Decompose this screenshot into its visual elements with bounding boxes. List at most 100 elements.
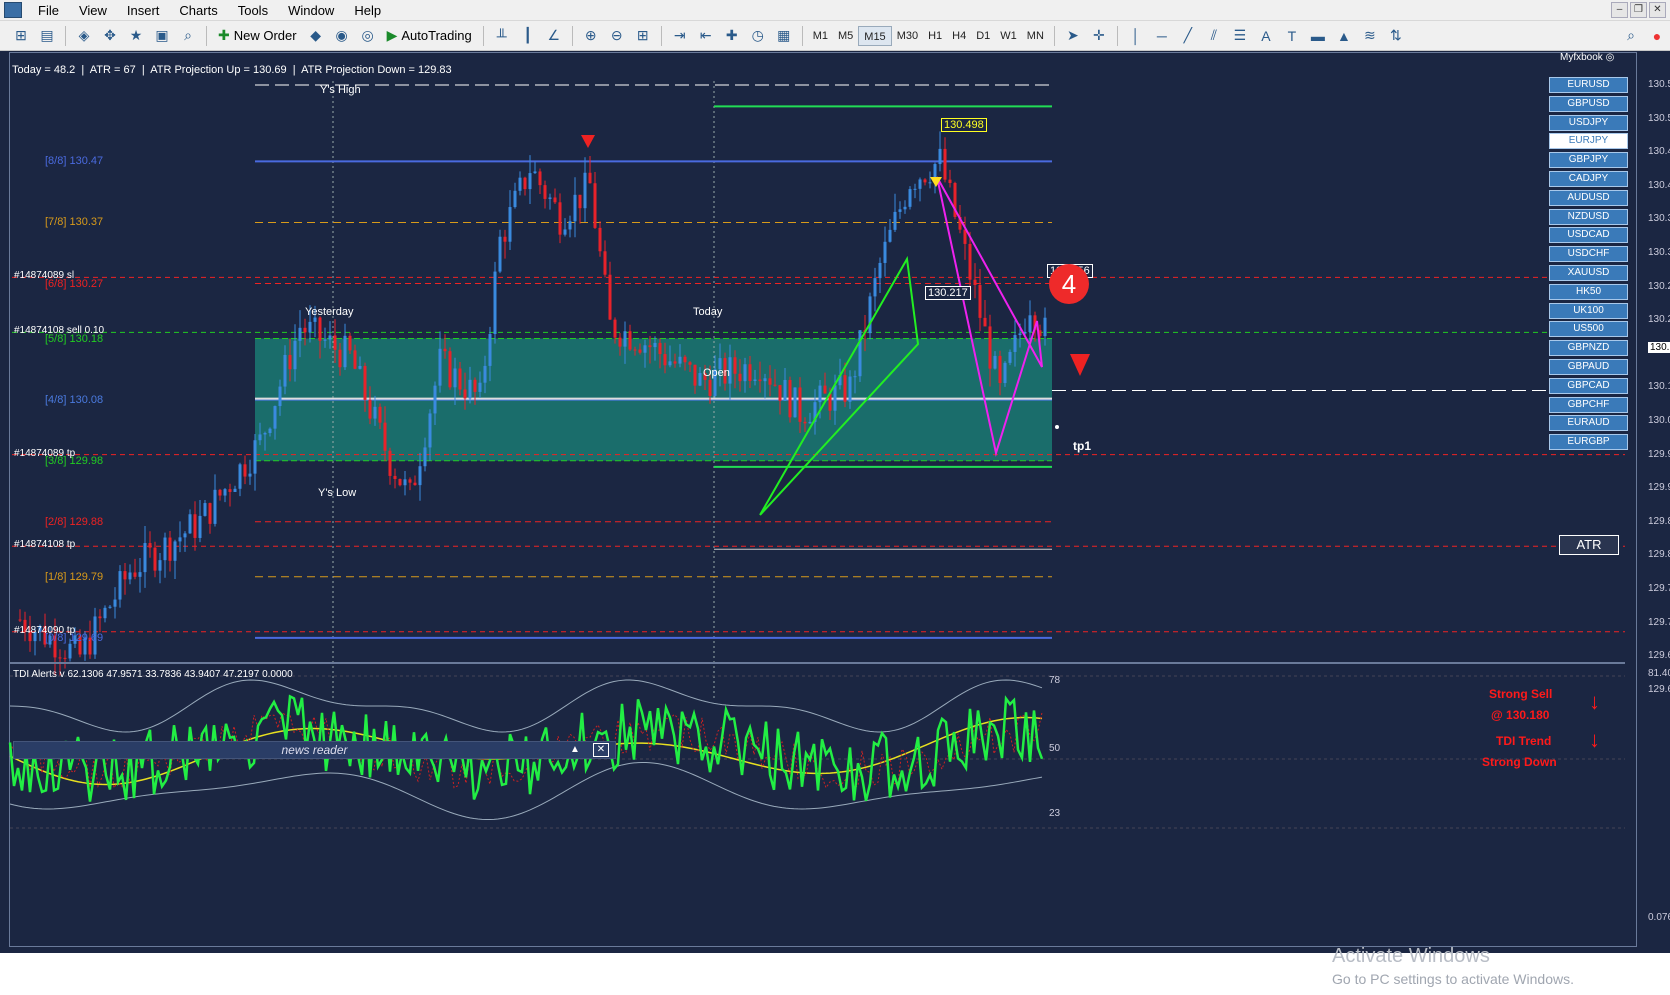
candle-body-100: [518, 177, 522, 191]
symbol-button-eurjpy[interactable]: EURJPY: [1549, 133, 1628, 150]
candle-chart-icon[interactable]: ┃: [516, 25, 540, 47]
templates-icon[interactable]: ▦: [772, 25, 796, 47]
symbol-button-us500[interactable]: US500: [1549, 321, 1628, 338]
new-chart-icon[interactable]: ⊞: [9, 25, 33, 47]
menu-insert[interactable]: Insert: [117, 3, 170, 18]
tdi-level-23: 23: [1049, 808, 1061, 819]
tf-m1[interactable]: M1: [808, 26, 833, 46]
tf-m15[interactable]: M15: [858, 25, 892, 46]
autotrading-button[interactable]: ▶ AutoTrading: [382, 25, 477, 47]
tf-d1[interactable]: D1: [971, 26, 995, 46]
terminal-icon[interactable]: ▣: [150, 25, 174, 47]
close-button[interactable]: ✕: [1649, 2, 1666, 18]
autoscroll-icon[interactable]: ⇥: [668, 25, 692, 47]
candle-body-161: [823, 385, 827, 394]
candle-body-191: [973, 279, 977, 286]
triangle-icon[interactable]: ▲: [1332, 25, 1356, 47]
fibo-fan-icon[interactable]: ≋: [1358, 25, 1382, 47]
channel-icon[interactable]: ⫽: [1202, 25, 1226, 47]
symbol-button-uk100[interactable]: UK100: [1549, 302, 1628, 319]
search-icon[interactable]: ⌕: [1619, 25, 1643, 47]
symbol-button-usdcad[interactable]: USDCAD: [1549, 227, 1628, 244]
strategy-tester-icon[interactable]: ⌕: [176, 25, 200, 47]
notifications-icon[interactable]: ●: [1645, 25, 1669, 47]
symbol-button-gbpjpy[interactable]: GBPJPY: [1549, 152, 1628, 169]
profiles-icon[interactable]: ▤: [35, 25, 59, 47]
candle-body-93: [483, 365, 487, 383]
candle-body-205: [1043, 317, 1047, 337]
tf-w1[interactable]: W1: [995, 26, 1022, 46]
text-label-icon[interactable]: T: [1280, 25, 1304, 47]
minimize-button[interactable]: –: [1611, 2, 1628, 18]
new-order-button[interactable]: ✚ New Order: [213, 25, 302, 47]
candle-body-70: [368, 399, 372, 419]
market-watch-icon[interactable]: ◈: [72, 25, 96, 47]
candle-body-194: [988, 326, 992, 369]
symbol-button-usdchf[interactable]: USDCHF: [1549, 246, 1628, 263]
symbol-button-gbpaud[interactable]: GBPAUD: [1549, 359, 1628, 375]
tdi-axis-top: 81.4021: [1648, 668, 1670, 679]
price-chart-svg[interactable]: [0, 51, 1670, 953]
indicators-icon[interactable]: ✚: [720, 25, 744, 47]
tf-m5[interactable]: M5: [833, 26, 858, 46]
candle-body-121: [623, 331, 627, 347]
tf-h1[interactable]: H1: [923, 26, 947, 46]
chart-shift-icon[interactable]: ⇤: [694, 25, 718, 47]
navigator-icon[interactable]: ★: [124, 25, 148, 47]
periods-icon[interactable]: ◷: [746, 25, 770, 47]
atr-button[interactable]: ATR: [1559, 535, 1619, 555]
symbol-button-eurgbp[interactable]: EURGBP: [1549, 434, 1628, 451]
menu-charts[interactable]: Charts: [169, 3, 227, 18]
news-reader-label: news reader: [281, 743, 348, 757]
tf-h4[interactable]: H4: [947, 26, 971, 46]
symbol-button-gbpcad[interactable]: GBPCAD: [1549, 377, 1628, 394]
close-icon[interactable]: ✕: [593, 743, 609, 757]
candle-body-132: [678, 356, 682, 364]
symbol-button-usdjpy[interactable]: USDJPY: [1549, 114, 1628, 131]
restore-button[interactable]: ❐: [1630, 2, 1647, 18]
zoom-out-icon[interactable]: ⊖: [605, 25, 629, 47]
cursor-icon[interactable]: ➤: [1061, 25, 1085, 47]
candle-body-151: [773, 384, 777, 386]
rectangle-icon[interactable]: ▬: [1306, 25, 1330, 47]
menu-view[interactable]: View: [69, 3, 117, 18]
bar-chart-icon[interactable]: ╨: [490, 25, 514, 47]
line-chart-icon[interactable]: ∠: [542, 25, 566, 47]
text-icon[interactable]: A: [1254, 25, 1278, 47]
arrows-icon[interactable]: ⇅: [1384, 25, 1408, 47]
crosshair-icon[interactable]: ✛: [1087, 25, 1111, 47]
tile-windows-icon[interactable]: ⊞: [631, 25, 655, 47]
trendline-icon[interactable]: ╱: [1176, 25, 1200, 47]
symbol-button-nzdusd[interactable]: NZDUSD: [1549, 208, 1628, 225]
market-icon[interactable]: ◎: [356, 25, 380, 47]
data-window-icon[interactable]: ✥: [98, 25, 122, 47]
candle-body-69: [363, 365, 367, 400]
metaeditor-icon[interactable]: ◆: [304, 25, 328, 47]
menu-help[interactable]: Help: [344, 3, 391, 18]
symbol-button-gbpnzd[interactable]: GBPNZD: [1549, 340, 1628, 357]
symbol-button-eurusd[interactable]: EURUSD: [1549, 77, 1628, 93]
candle-body-74: [388, 450, 392, 476]
symbol-button-xauusd[interactable]: XAUUSD: [1549, 265, 1628, 281]
menu-file[interactable]: File: [28, 3, 69, 18]
symbol-button-gbpusd[interactable]: GBPUSD: [1549, 95, 1628, 112]
symbol-button-gbpchf[interactable]: GBPCHF: [1549, 396, 1628, 413]
symbol-button-euraud[interactable]: EURAUD: [1549, 415, 1628, 432]
symbol-button-audusd[interactable]: AUDUSD: [1549, 189, 1628, 206]
menu-window[interactable]: Window: [278, 3, 344, 18]
tf-mn[interactable]: MN: [1022, 26, 1049, 46]
zoom-in-icon[interactable]: ⊕: [579, 25, 603, 47]
signals-icon[interactable]: ◉: [330, 25, 354, 47]
candle-body-192: [978, 285, 982, 318]
news-reader-bar[interactable]: news reader: [13, 741, 616, 759]
price-tick-11: 129.990: [1648, 448, 1670, 460]
chevron-up-icon[interactable]: ▲: [566, 742, 584, 758]
symbol-button-cadjpy[interactable]: CADJPY: [1549, 171, 1628, 187]
tf-m30[interactable]: M30: [892, 26, 923, 46]
vertical-line-icon[interactable]: │: [1124, 25, 1148, 47]
pattern-mid-label: 130.217: [925, 286, 971, 300]
symbol-button-hk50[interactable]: HK50: [1549, 283, 1628, 300]
horizontal-line-icon[interactable]: ─: [1150, 25, 1174, 47]
fibonacci-icon[interactable]: ☰: [1228, 25, 1252, 47]
menu-tools[interactable]: Tools: [228, 3, 278, 18]
